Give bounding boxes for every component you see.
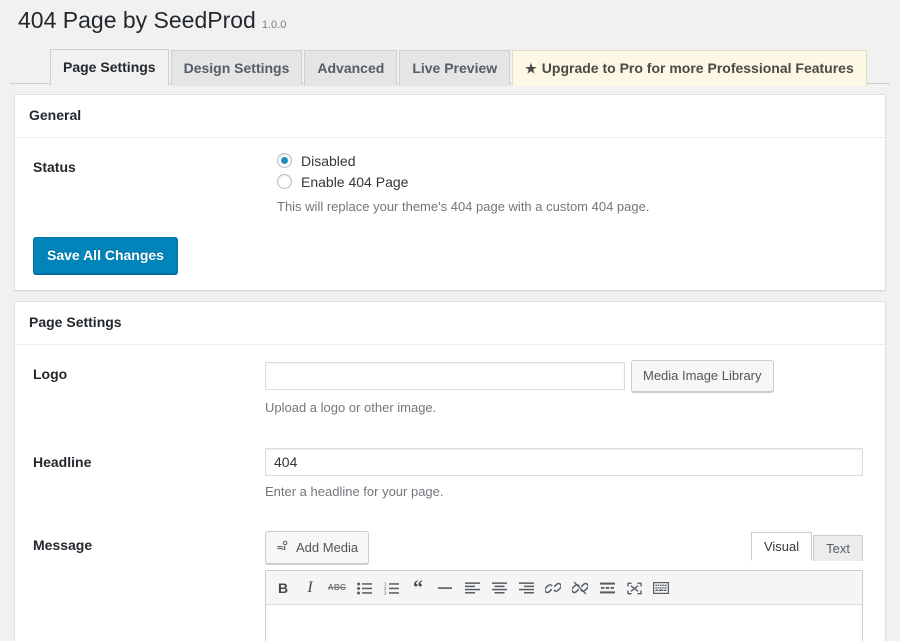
status-description: This will replace your theme's 404 page … (277, 198, 650, 214)
tab-advanced[interactable]: Advanced (304, 50, 398, 86)
logo-row: Logo Media Image Library Upload a logo o… (27, 345, 873, 433)
headline-label: Headline (33, 453, 92, 470)
editor-mode-tabs: Visual Text (750, 531, 863, 562)
headline-field: Enter a headline for your page. (255, 433, 873, 517)
wp-editor: Add Media Visual Text B I ABC 1 2 3 “ (265, 531, 863, 641)
headline-input[interactable] (265, 447, 863, 476)
general-panel: General Status Disabled Enable 404 Page (14, 94, 886, 292)
blockquote-icon[interactable]: “ (405, 577, 431, 599)
logo-label: Logo (33, 366, 68, 383)
general-form-table: Status Disabled Enable 404 Page This wil… (27, 138, 873, 232)
radio-disabled-label: Disabled (301, 152, 356, 169)
tab-page-settings[interactable]: Page Settings (50, 49, 169, 86)
numbered-list-icon[interactable]: 1 2 3 (378, 577, 404, 599)
editor-toolbar: B I ABC 1 2 3 “ (266, 571, 862, 606)
strikethrough-icon[interactable]: ABC (324, 577, 350, 599)
star-icon: ★ (525, 61, 537, 76)
radio-enable-404-icon[interactable] (277, 174, 292, 190)
align-right-icon[interactable] (513, 577, 539, 599)
align-left-icon[interactable] (459, 577, 485, 599)
link-icon[interactable] (540, 577, 566, 599)
bold-icon[interactable]: B (270, 577, 296, 599)
editor-tab-text[interactable]: Text (813, 535, 863, 562)
save-row: Save All Changes (27, 231, 873, 278)
radio-option-disabled[interactable]: Disabled (277, 152, 863, 170)
add-media-button[interactable]: Add Media (265, 531, 370, 565)
svg-text:3: 3 (384, 590, 387, 594)
page-title: 404 Page by SeedProd (18, 7, 256, 33)
tab-label: Live Preview (412, 60, 498, 76)
logo-input[interactable] (265, 362, 625, 391)
media-icon (276, 539, 290, 555)
message-field: Add Media Visual Text B I ABC 1 2 3 “ (255, 516, 873, 641)
align-center-icon[interactable] (486, 577, 512, 599)
message-label: Message (33, 537, 93, 554)
tab-label: Page Settings (63, 59, 156, 75)
editor-tab-visual[interactable]: Visual (750, 532, 813, 562)
italic-icon[interactable]: I (297, 577, 323, 599)
general-panel-title: General (29, 107, 82, 123)
editor-container: B I ABC 1 2 3 “ (265, 570, 863, 641)
nav-tab-bar: Page Settings Design Settings Advanced L… (10, 48, 890, 86)
page-settings-panel: Page Settings Logo Media Image Library U… (14, 301, 886, 641)
fullscreen-icon[interactable] (621, 577, 647, 599)
radio-disabled-icon[interactable] (277, 153, 292, 169)
unlink-icon[interactable] (567, 577, 593, 599)
tab-label: Upgrade to Pro for more Professional Fea… (541, 60, 854, 76)
tab-label: Design Settings (183, 60, 290, 76)
tab-live-preview[interactable]: Live Preview (399, 50, 511, 86)
message-row: Message Add Media Visual Text B I ABC 1 … (27, 516, 873, 641)
tab-design-settings[interactable]: Design Settings (170, 50, 303, 86)
headline-description: Enter a headline for your page. (265, 483, 444, 499)
insert-read-more-icon[interactable] (594, 577, 620, 599)
editor-content-area[interactable] (266, 605, 862, 641)
save-all-changes-button[interactable]: Save All Changes (33, 237, 178, 275)
toolbar-toggle-icon[interactable] (648, 577, 674, 599)
general-panel-header: General (15, 95, 885, 138)
add-media-label: Add Media (296, 539, 359, 555)
media-image-library-button[interactable]: Media Image Library (631, 360, 774, 393)
page-settings-panel-body: Logo Media Image Library Upload a logo o… (15, 345, 885, 641)
status-row: Status Disabled Enable 404 Page This wil… (27, 138, 873, 232)
page-settings-panel-title: Page Settings (29, 314, 122, 331)
page-settings-panel-header: Page Settings (15, 302, 885, 346)
logo-description: Upload a logo or other image. (265, 400, 437, 416)
plugin-version: 1.0.0 (261, 19, 287, 31)
horizontal-rule-icon[interactable] (432, 577, 458, 599)
radio-enable-404-label: Enable 404 Page (301, 173, 409, 190)
bulleted-list-icon[interactable] (351, 577, 377, 599)
radio-option-enable-404[interactable]: Enable 404 Page (277, 173, 863, 191)
page-settings-form-table: Logo Media Image Library Upload a logo o… (27, 345, 873, 641)
logo-field: Media Image Library Upload a logo or oth… (255, 345, 873, 433)
tab-label: Advanced (317, 60, 385, 76)
headline-row: Headline Enter a headline for your page. (27, 433, 873, 517)
status-field: Disabled Enable 404 Page This will repla… (267, 138, 873, 232)
status-label: Status (33, 158, 76, 175)
page-header: 404 Page by SeedProd 1.0.0 (0, 0, 900, 38)
logo-field-row: Media Image Library (265, 360, 863, 393)
tab-upgrade-to-pro[interactable]: ★ Upgrade to Pro for more Professional Fe… (512, 50, 867, 86)
general-panel-body: Status Disabled Enable 404 Page This wil… (15, 138, 885, 291)
